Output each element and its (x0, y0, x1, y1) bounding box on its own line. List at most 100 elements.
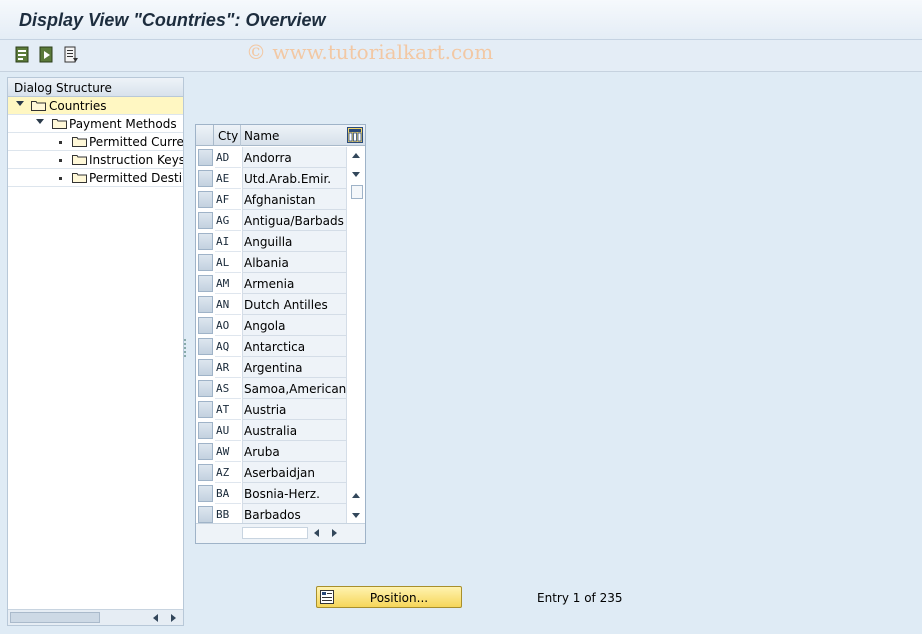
row-selector[interactable] (198, 380, 213, 397)
table-row[interactable]: AN Dutch Antilles (196, 294, 346, 315)
table-row[interactable]: AR Argentina (196, 357, 346, 378)
table-row[interactable]: AI Anguilla (196, 231, 346, 252)
table-row[interactable]: AM Armenia (196, 273, 346, 294)
country-name-cell[interactable]: Angola (242, 315, 346, 336)
table-row[interactable]: AF Afghanistan (196, 189, 346, 210)
row-selector[interactable] (198, 254, 213, 271)
country-name-cell[interactable]: Samoa,American (242, 378, 346, 399)
splitter-grip-icon[interactable] (184, 339, 186, 357)
scroll-right-icon[interactable] (171, 614, 176, 622)
column-header-name[interactable]: Name (242, 125, 346, 146)
row-selector[interactable] (198, 317, 213, 334)
table-row[interactable]: BB Barbados (196, 504, 346, 525)
details-icon[interactable] (14, 46, 32, 64)
table-row[interactable]: AL Albania (196, 252, 346, 273)
country-name-cell[interactable]: Australia (242, 420, 346, 441)
country-code-cell[interactable]: AF (215, 189, 241, 210)
table-vertical-scrollbar[interactable] (346, 147, 365, 523)
table-row[interactable]: AS Samoa,American (196, 378, 346, 399)
table-row[interactable]: AO Angola (196, 315, 346, 336)
table-row[interactable]: AD Andorra (196, 147, 346, 168)
country-name-cell[interactable]: Antigua/Barbads (242, 210, 346, 231)
country-name-cell[interactable]: Antarctica (242, 336, 346, 357)
row-selector[interactable] (198, 212, 213, 229)
country-name-cell[interactable]: Albania (242, 252, 346, 273)
country-code-cell[interactable]: AZ (215, 462, 241, 483)
country-code-cell[interactable]: AR (215, 357, 241, 378)
country-code-cell[interactable]: AD (215, 147, 241, 168)
country-name-cell[interactable]: Andorra (242, 147, 346, 168)
export-icon[interactable] (38, 46, 56, 64)
expand-triangle-icon[interactable] (16, 101, 24, 106)
row-selector[interactable] (198, 296, 213, 313)
row-selector[interactable] (198, 443, 213, 460)
row-selector[interactable] (198, 422, 213, 439)
position-button[interactable]: Position... (316, 586, 462, 608)
country-name-cell[interactable]: Aserbaidjan (242, 462, 346, 483)
row-selector[interactable] (198, 338, 213, 355)
country-code-cell[interactable]: AE (215, 168, 241, 189)
country-code-cell[interactable]: AW (215, 441, 241, 462)
scroll-thumb[interactable] (351, 185, 363, 199)
row-selector[interactable] (198, 464, 213, 481)
scroll-page-up-icon[interactable] (352, 493, 360, 498)
country-code-cell[interactable]: AO (215, 315, 241, 336)
tree-item-countries[interactable]: Countries (8, 97, 183, 115)
country-name-cell[interactable]: Armenia (242, 273, 346, 294)
row-selector[interactable] (198, 170, 213, 187)
scroll-up-icon[interactable] (352, 153, 360, 158)
table-horizontal-scrollbar[interactable] (196, 523, 365, 543)
country-name-cell[interactable]: Aruba (242, 441, 346, 462)
row-selector[interactable] (198, 401, 213, 418)
pane-splitter[interactable] (184, 77, 188, 626)
tree-item-permitted-currencies[interactable]: Permitted Curren (8, 133, 183, 151)
table-row[interactable]: AT Austria (196, 399, 346, 420)
country-code-cell[interactable]: AU (215, 420, 241, 441)
table-row[interactable]: AQ Antarctica (196, 336, 346, 357)
table-settings-icon[interactable] (347, 127, 363, 143)
row-selector[interactable] (198, 275, 213, 292)
country-name-cell[interactable]: Dutch Antilles (242, 294, 346, 315)
column-header-cty[interactable]: Cty (215, 125, 241, 146)
country-name-cell[interactable]: Bosnia-Herz. (242, 483, 346, 504)
row-selector[interactable] (198, 359, 213, 376)
left-pane-scrollbar[interactable] (8, 609, 183, 625)
country-name-cell[interactable]: Anguilla (242, 231, 346, 252)
scroll-right-icon[interactable] (332, 529, 337, 537)
tree-item-payment-methods[interactable]: Payment Methods (8, 115, 183, 133)
table-row[interactable]: AZ Aserbaidjan (196, 462, 346, 483)
row-selector[interactable] (198, 506, 213, 523)
country-code-cell[interactable]: BB (215, 504, 241, 525)
scroll-track[interactable] (242, 527, 308, 539)
expand-triangle-icon[interactable] (36, 119, 44, 124)
row-selector[interactable] (198, 233, 213, 250)
country-code-cell[interactable]: AG (215, 210, 241, 231)
country-code-cell[interactable]: BA (215, 483, 241, 504)
country-name-cell[interactable]: Utd.Arab.Emir. (242, 168, 346, 189)
country-code-cell[interactable]: AT (215, 399, 241, 420)
scroll-page-down-icon[interactable] (352, 513, 360, 518)
country-code-cell[interactable]: AL (215, 252, 241, 273)
country-code-cell[interactable]: AS (215, 378, 241, 399)
scroll-left-icon[interactable] (314, 529, 319, 537)
table-row[interactable]: AU Australia (196, 420, 346, 441)
tree-item-permitted-destinations[interactable]: Permitted Destin (8, 169, 183, 187)
table-row[interactable]: BA Bosnia-Herz. (196, 483, 346, 504)
scroll-thumb[interactable] (10, 612, 100, 623)
scroll-down-icon[interactable] (352, 172, 360, 177)
row-selector[interactable] (198, 149, 213, 166)
print-icon[interactable] (62, 46, 80, 64)
row-selector[interactable] (198, 485, 213, 502)
country-code-cell[interactable]: AM (215, 273, 241, 294)
country-name-cell[interactable]: Argentina (242, 357, 346, 378)
select-all-column[interactable] (196, 125, 214, 146)
table-row[interactable]: AE Utd.Arab.Emir. (196, 168, 346, 189)
tree-item-instruction-keys[interactable]: Instruction Keys (8, 151, 183, 169)
scroll-left-icon[interactable] (153, 614, 158, 622)
country-code-cell[interactable]: AQ (215, 336, 241, 357)
country-name-cell[interactable]: Austria (242, 399, 346, 420)
country-code-cell[interactable]: AN (215, 294, 241, 315)
country-name-cell[interactable]: Barbados (242, 504, 346, 525)
row-selector[interactable] (198, 191, 213, 208)
country-code-cell[interactable]: AI (215, 231, 241, 252)
